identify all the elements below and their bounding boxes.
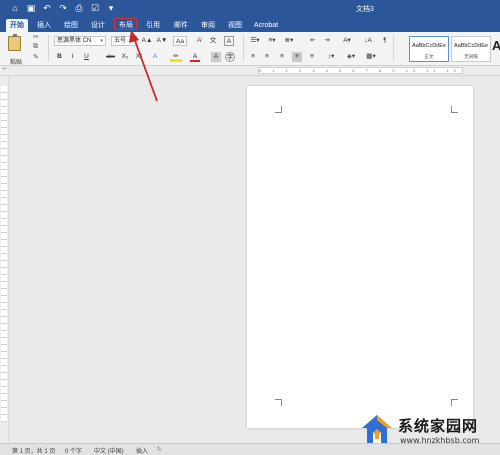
shrink-font-button[interactable]: A▼: [155, 36, 169, 46]
text-effects-icon[interactable]: A: [150, 52, 160, 62]
strikethrough-button[interactable]: abc: [104, 52, 117, 62]
line-spacing-icon[interactable]: ↕▾: [324, 52, 338, 62]
chevron-down-icon: ▾: [100, 38, 103, 44]
clipboard-icon: [8, 34, 21, 51]
vertical-ruler-scale: [1, 86, 7, 422]
tab-view[interactable]: 视图: [224, 19, 246, 32]
numbering-icon[interactable]: ≡▾: [265, 36, 279, 46]
font-size-select[interactable]: 五号 ▾: [111, 36, 137, 46]
tab-mailings[interactable]: 邮件: [170, 19, 192, 32]
borders-icon[interactable]: ▦▾: [364, 52, 378, 62]
crop-mark-top-left: [275, 106, 282, 113]
style-sample: AaBbCcDdEe: [412, 43, 446, 49]
insert-mode[interactable]: 插入: [136, 446, 148, 455]
enclose-char-icon[interactable]: 字: [225, 52, 235, 62]
layout-tab-highlight-box: [114, 18, 137, 30]
tab-references[interactable]: 引用: [142, 19, 164, 32]
align-center-icon[interactable]: ≡: [262, 52, 272, 62]
underline-button[interactable]: U: [82, 52, 91, 62]
highlight-icon[interactable]: ✏: [170, 52, 182, 62]
chevron-down-icon: ▾: [131, 38, 134, 44]
separator: [48, 35, 49, 61]
language-status[interactable]: 中文 (中国): [94, 446, 124, 455]
change-case-button[interactable]: Aa: [173, 36, 187, 46]
align-right-icon[interactable]: ≡: [277, 52, 287, 62]
tab-insert[interactable]: 插入: [33, 19, 55, 32]
font-name-select[interactable]: 思源黑体 CN ▾: [54, 36, 106, 46]
tab-design[interactable]: 设计: [87, 19, 109, 32]
tab-draw[interactable]: 绘图: [60, 19, 82, 32]
crop-mark-top-right: [451, 106, 458, 113]
char-border-icon[interactable]: A: [224, 36, 234, 46]
style-name: 无间隔: [464, 54, 478, 59]
watermark-text: 系统家园网: [398, 417, 479, 435]
multilevel-list-icon[interactable]: ≣▾: [282, 36, 296, 46]
site-watermark: 系统家园网 www.hnzkhbsb.com: [360, 412, 495, 450]
tab-review[interactable]: 审阅: [197, 19, 219, 32]
format-painter-icon[interactable]: ✎: [33, 53, 39, 61]
decrease-indent-icon[interactable]: ⇤: [308, 36, 318, 46]
superscript-button[interactable]: X²: [134, 52, 144, 62]
distributed-icon[interactable]: ≡: [307, 52, 317, 62]
watermark-url: www.hnzkhbsb.com: [400, 436, 480, 445]
grow-font-button[interactable]: A▲: [140, 36, 154, 46]
document-page[interactable]: [247, 86, 473, 428]
page-count[interactable]: 第 1 页，共 1 页: [12, 446, 55, 455]
bullets-icon[interactable]: ☰▾: [248, 36, 262, 46]
window-title: 文档3: [356, 6, 374, 13]
style-name: 正文: [424, 54, 434, 59]
cut-icon[interactable]: ✂: [33, 33, 39, 41]
font-name-value: 思源黑体 CN: [57, 38, 92, 44]
font-size-value: 五号: [114, 38, 127, 44]
chinese-layout-icon[interactable]: A▾: [340, 36, 354, 46]
separator: [393, 35, 394, 61]
heading-style-preview[interactable]: A: [492, 38, 500, 53]
show-marks-icon[interactable]: ¶: [380, 36, 390, 46]
house-logo-icon: [362, 415, 392, 443]
shading-icon[interactable]: ◈▾: [344, 52, 358, 62]
style-sample: AaBbCcDdEe: [454, 43, 488, 49]
subscript-button[interactable]: X₂: [120, 52, 130, 62]
align-left-icon[interactable]: ≡: [248, 52, 258, 62]
ribbon-tabs: 开始 插入 绘图 设计 布局 引用 邮件 审阅 视图 Acrobat: [0, 17, 500, 32]
style-no-spacing[interactable]: AaBbCcDdEe 无间隔: [451, 36, 491, 62]
tab-acrobat[interactable]: Acrobat: [250, 19, 282, 32]
italic-button[interactable]: I: [68, 52, 77, 62]
ruler-numbers: 2 1 1 2 3 4 5 6 7 8 9 10 11 12 13 14 15 …: [258, 67, 463, 74]
sort-icon[interactable]: ↓A: [362, 36, 374, 46]
font-color-button[interactable]: A: [190, 52, 200, 62]
word-count[interactable]: 0 个字: [65, 446, 82, 455]
copy-icon[interactable]: ⧉: [33, 43, 38, 51]
tab-home[interactable]: 开始: [6, 19, 28, 32]
clear-format-icon[interactable]: A̸: [194, 36, 204, 46]
char-shading-icon[interactable]: A: [211, 52, 221, 62]
separator: [243, 35, 244, 61]
style-normal[interactable]: AaBbCcDdEe 正文: [409, 36, 449, 62]
phonetic-icon[interactable]: 文: [208, 36, 218, 46]
crop-mark-bottom-left: [275, 399, 282, 406]
title-bar: ⌂ ▣ ↶ ↷ ⎙ ☑ ▾ 文档3: [0, 0, 500, 17]
crop-mark-bottom-right: [451, 399, 458, 406]
justify-icon[interactable]: ≡: [292, 52, 302, 62]
increase-indent-icon[interactable]: ⇥: [322, 36, 332, 46]
tab-stop-icon[interactable]: ⌐: [3, 66, 7, 72]
bold-button[interactable]: B: [55, 52, 64, 62]
paste-button[interactable]: 粘贴: [4, 34, 26, 66]
paste-label: 粘贴: [10, 60, 23, 66]
track-changes-icon[interactable]: ⎁: [157, 446, 162, 453]
